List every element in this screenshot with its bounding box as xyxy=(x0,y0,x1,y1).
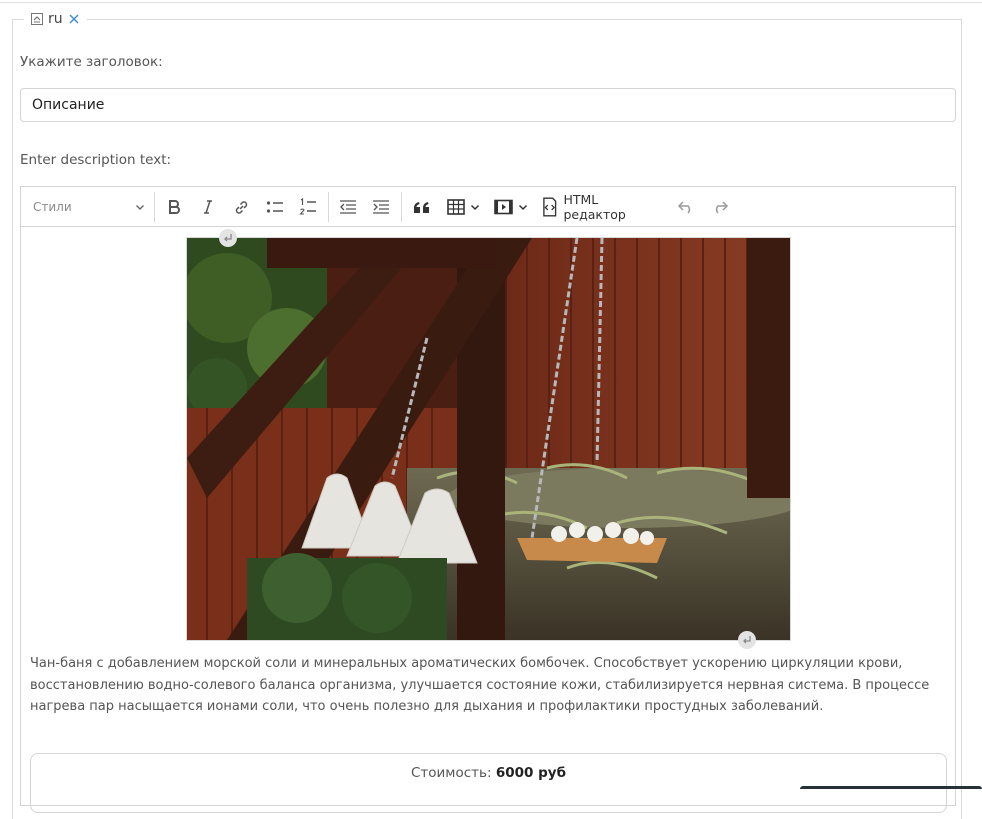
bulleted-list-icon xyxy=(266,201,283,213)
redo-button[interactable] xyxy=(707,194,733,220)
html-editor-button[interactable]: HTML редактор xyxy=(540,192,662,222)
chevron-down-icon xyxy=(470,204,479,211)
enter-icon[interactable] xyxy=(219,229,237,247)
redo-icon xyxy=(715,201,729,214)
remove-language-icon[interactable] xyxy=(67,12,81,26)
toolbar-separator xyxy=(154,192,155,222)
price-label: Стоимость: xyxy=(410,765,492,781)
link-button[interactable] xyxy=(228,194,254,220)
description-paragraph: Чан-баня с добавлением морской соли и ми… xyxy=(30,656,930,715)
insert-table-button[interactable] xyxy=(442,194,484,220)
table-icon xyxy=(446,199,465,215)
insert-media-button[interactable] xyxy=(490,194,532,220)
indent-icon xyxy=(373,200,389,214)
title-label: Укажите заголовок: xyxy=(20,54,163,70)
styles-dropdown-label: Стили xyxy=(33,200,72,214)
link-icon xyxy=(235,200,247,214)
indent-button[interactable] xyxy=(368,194,394,220)
numbered-list-icon xyxy=(299,198,316,215)
styles-dropdown[interactable]: Стили xyxy=(27,194,151,220)
toolbar-separator xyxy=(401,192,402,222)
outdent-button[interactable] xyxy=(335,194,361,220)
blockquote-icon xyxy=(413,202,429,213)
rich-text-editor: Стили HTML редактор Чан-баня с добавлени… xyxy=(20,186,956,813)
price-box: Стоимость: 6000 руб xyxy=(30,753,947,813)
chevron-down-icon xyxy=(136,205,144,210)
italic-button[interactable] xyxy=(195,194,221,220)
editor-toolbar: Стили HTML редактор xyxy=(21,187,955,227)
bulleted-list-button[interactable] xyxy=(262,194,288,220)
collapse-icon[interactable] xyxy=(30,12,44,26)
undo-icon xyxy=(677,201,691,214)
blockquote-button[interactable] xyxy=(408,194,434,220)
html-source-icon xyxy=(543,197,557,217)
top-divider xyxy=(0,2,982,3)
description-label: Enter description text: xyxy=(20,152,172,168)
toolbar-separator xyxy=(328,192,329,222)
html-editor-label: HTML редактор xyxy=(563,192,626,222)
media-icon xyxy=(494,199,513,215)
undo-button[interactable] xyxy=(673,194,699,220)
bold-icon xyxy=(169,200,180,214)
numbered-list-button[interactable] xyxy=(295,194,321,220)
chevron-down-icon xyxy=(518,204,528,211)
enter-icon[interactable] xyxy=(738,631,756,649)
language-legend: ru xyxy=(24,8,87,30)
outdent-icon xyxy=(340,200,356,214)
language-code: ru xyxy=(48,11,63,27)
price-value: 6000 руб xyxy=(495,765,567,781)
title-input[interactable] xyxy=(20,88,956,122)
content-image[interactable] xyxy=(186,237,791,641)
bold-button[interactable] xyxy=(161,194,187,220)
sauna-photo xyxy=(187,238,790,640)
italic-icon xyxy=(204,200,212,214)
